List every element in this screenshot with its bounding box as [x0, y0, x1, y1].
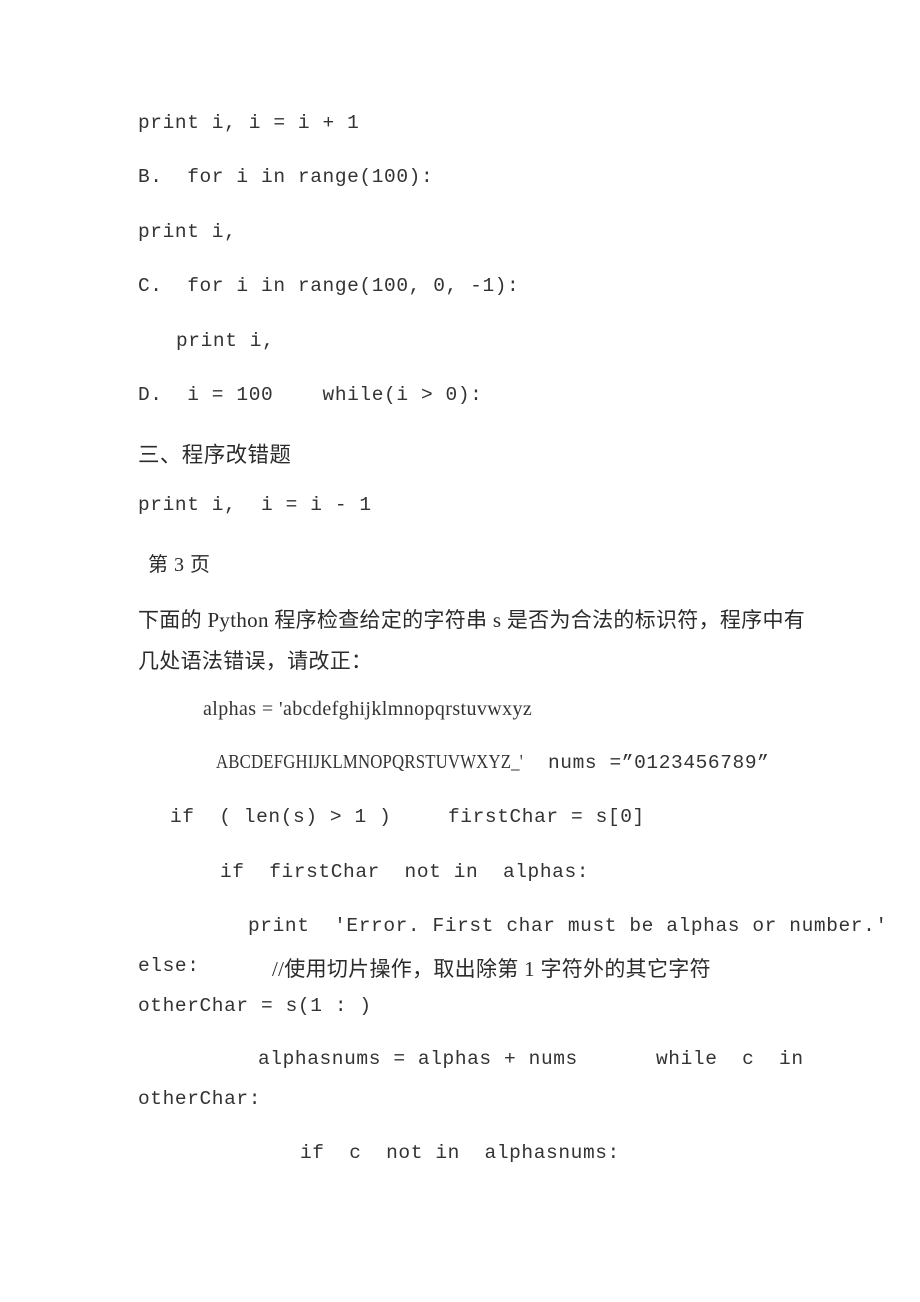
code-if-len-line: if ( len(s) > 1 ) [170, 806, 392, 828]
code-while-tail-line: otherChar: [138, 1088, 262, 1110]
code-print-error-line: print 'Error. First char must be alphas … [248, 915, 888, 937]
code-while-head-line: while c in [656, 1048, 804, 1070]
prompt-line-1: 下面的 Python 程序检查给定的字符串 s 是否为合法的标识符，程序中有 [138, 608, 806, 632]
prompt-line-2: 几处语法错误，请改正： [138, 649, 373, 673]
code-alphas-lower-line: alphas = 'abcdefghijklmnopqrstuvwxyz [203, 698, 533, 720]
section-heading: 三、程序改错题 [138, 443, 292, 467]
code-if-not-in-line: if c not in alphasnums: [300, 1142, 620, 1164]
choice-d-heading-line: D. i = 100 while(i > 0): [138, 384, 483, 406]
code-first-char-line: firstChar = s[0] [448, 806, 645, 828]
code-slice-comment: //使用切片操作，取出除第 1 字符外的其它字符 [272, 957, 711, 981]
page-number-label: 第 3 页 [148, 554, 211, 576]
choice-b-body-line: print i, [138, 221, 237, 243]
code-alphasnums-assign-line: alphasnums = alphas + nums [258, 1048, 578, 1070]
choice-a-body-line: print i, i = i + 1 [138, 112, 360, 134]
code-other-char-assign-line: otherChar = s(1 : ) [138, 995, 372, 1017]
choice-b-heading-line: B. for i in range(100): [138, 166, 434, 188]
code-alphas-upper-line: ABCDEFGHIJKLMNOPQRSTUVWXYZ_' [216, 752, 523, 773]
document-page: print i, i = i + 1 B. for i in range(100… [0, 0, 920, 1302]
code-nums-assign-line: nums =”0123456789” [548, 752, 770, 774]
choice-c-body-line: print i, [176, 330, 275, 352]
code-if-first-char-line: if firstChar not in alphas: [220, 861, 590, 883]
choice-d-body-line: print i, i = i - 1 [138, 494, 372, 516]
choice-c-heading-line: C. for i in range(100, 0, -1): [138, 275, 520, 297]
code-else-keyword: else: [138, 955, 200, 977]
